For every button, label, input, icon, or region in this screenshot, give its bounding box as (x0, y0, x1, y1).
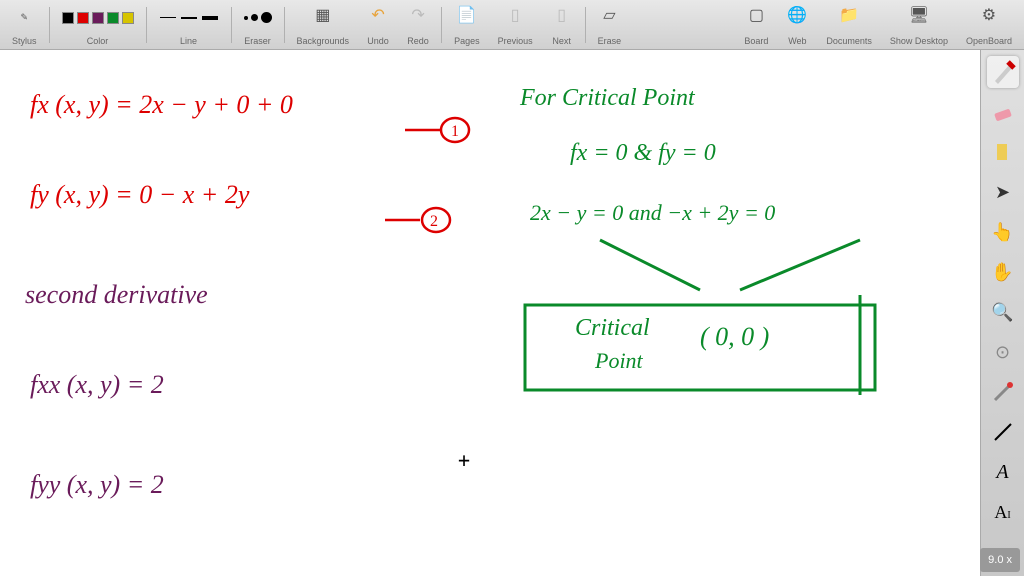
board-label: Board (744, 36, 768, 46)
tool-interact[interactable]: 👆 (987, 216, 1019, 248)
color-black[interactable] (62, 12, 74, 24)
documents-label: Documents (826, 36, 872, 46)
openboard-group[interactable]: ⚙ OpenBoard (958, 2, 1020, 48)
redo-icon: ↷ (407, 4, 429, 26)
eraser-label: Eraser (244, 36, 271, 46)
whiteboard-canvas[interactable]: fx (x, y) = 2x − y + 0 + 0 fy (x, y) = 0… (0, 50, 980, 576)
tool-marker[interactable] (987, 136, 1019, 168)
eraser-icon (992, 101, 1014, 123)
line-group[interactable]: Line (151, 2, 227, 48)
show-desktop-label: Show Desktop (890, 36, 948, 46)
tool-stylus[interactable] (987, 56, 1019, 88)
color-group[interactable]: Color (54, 2, 142, 48)
documents-group[interactable]: 📁 Documents (818, 2, 880, 48)
pen-red-icon (990, 59, 1016, 85)
erase-group[interactable]: ▱ Erase (590, 2, 630, 48)
board-group[interactable]: ▢ Board (736, 2, 776, 48)
side-toolbar: ➤ 👆 ✋ 🔍 ⊙ A AI 🔍 (980, 50, 1024, 576)
color-label: Color (87, 36, 109, 46)
color-yellow[interactable] (122, 12, 134, 24)
tool-ruler[interactable]: A (987, 456, 1019, 488)
line-med[interactable] (180, 13, 198, 23)
erase-label: Erase (598, 36, 622, 46)
web-icon: 🌐 (786, 4, 808, 26)
redo-label: Redo (407, 36, 429, 46)
web-label: Web (788, 36, 806, 46)
show-desktop-icon: 🖥 (908, 4, 930, 26)
backgrounds-group[interactable]: ▦ Backgrounds (289, 2, 358, 48)
pages-label: Pages (454, 36, 480, 46)
undo-label: Undo (367, 36, 389, 46)
board-icon: ▢ (745, 4, 767, 26)
redo-group[interactable]: ↷ Redo (399, 2, 437, 48)
web-group[interactable]: 🌐 Web (778, 2, 816, 48)
separator (49, 7, 50, 43)
zoom-fit-icon: ⊙ (995, 342, 1010, 363)
next-label: Next (552, 36, 571, 46)
undo-group[interactable]: ↶ Undo (359, 2, 397, 48)
color-green[interactable] (107, 12, 119, 24)
line-thin[interactable] (159, 13, 177, 23)
separator (146, 7, 147, 43)
eq-label-2: 2 (430, 213, 438, 230)
zoom-in-icon: 🔍 (991, 302, 1013, 323)
openboard-icon: ⚙ (978, 4, 1000, 26)
laser-icon (992, 381, 1014, 403)
pointer-icon: ➤ (995, 182, 1010, 203)
zoom-indicator[interactable]: 9.0 x (980, 548, 1020, 572)
previous-group[interactable]: ▯ Previous (490, 2, 541, 48)
pages-icon: 📄 (456, 4, 478, 26)
line-label: Line (180, 36, 197, 46)
separator (284, 7, 285, 43)
ink-cpval: ( 0, 0 ) (700, 322, 769, 352)
eraser-group[interactable]: Eraser (236, 2, 280, 48)
ink-overlay: 1 2 (0, 50, 980, 576)
hand-icon: ✋ (991, 262, 1013, 283)
line-thick[interactable] (201, 13, 219, 23)
color-purple[interactable] (92, 12, 104, 24)
stylus-label: Stylus (12, 36, 37, 46)
tool-eraser[interactable] (987, 96, 1019, 128)
previous-label: Previous (498, 36, 533, 46)
previous-icon: ▯ (504, 4, 526, 26)
tool-pointer[interactable]: ➤ (987, 176, 1019, 208)
crosshair-cursor: + (458, 448, 470, 472)
tool-zoom-in[interactable]: 🔍 (987, 296, 1019, 328)
stylus-icon: ✎ (20, 12, 28, 23)
eraser-med[interactable] (251, 14, 258, 21)
stylus-group[interactable]: ✎ Stylus (4, 2, 45, 48)
show-desktop-group[interactable]: 🖥 Show Desktop (882, 2, 956, 48)
finger-icon: 👆 (991, 222, 1013, 243)
eq-label-1: 1 (451, 123, 459, 140)
marker-icon (992, 141, 1014, 163)
backgrounds-label: Backgrounds (297, 36, 350, 46)
tool-laser[interactable] (987, 376, 1019, 408)
openboard-label: OpenBoard (966, 36, 1012, 46)
undo-icon: ↶ (367, 4, 389, 26)
pages-group[interactable]: 📄 Pages (446, 2, 488, 48)
text-icon: AI (994, 502, 1010, 523)
ink-cp1: Critical (575, 315, 650, 342)
tool-text[interactable]: AI (987, 496, 1019, 528)
ink-cp2: Point (595, 348, 643, 374)
tool-line[interactable] (987, 416, 1019, 448)
tool-zoom-fit[interactable]: ⊙ (987, 336, 1019, 368)
next-group[interactable]: ▯ Next (543, 2, 581, 48)
next-icon: ▯ (551, 4, 573, 26)
separator (231, 7, 232, 43)
erase-icon: ▱ (598, 4, 620, 26)
tool-hand[interactable]: ✋ (987, 256, 1019, 288)
ruler-icon: A (996, 461, 1008, 484)
eraser-large[interactable] (261, 12, 272, 23)
color-red[interactable] (77, 12, 89, 24)
backgrounds-icon: ▦ (312, 4, 334, 26)
separator (585, 7, 586, 43)
separator (441, 7, 442, 43)
top-toolbar: ✎ Stylus Color Line Eraser ▦ Back (0, 0, 1024, 50)
eraser-small[interactable] (244, 16, 248, 20)
documents-icon: 📁 (838, 4, 860, 26)
line-icon (992, 421, 1014, 443)
